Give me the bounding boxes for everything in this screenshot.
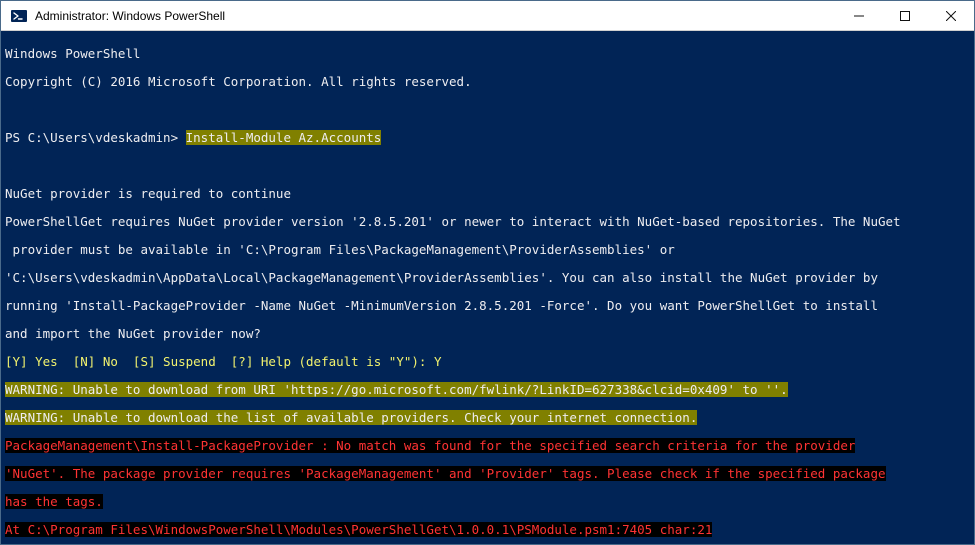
warning-line: WARNING: Unable to download the list of … (5, 410, 697, 425)
error-line: At C:\Program Files\WindowsPowerShell\Mo… (5, 522, 712, 537)
maximize-button[interactable] (882, 1, 928, 30)
ps-header: Windows PowerShell (5, 47, 970, 61)
nuget-title: NuGet provider is required to continue (5, 187, 970, 201)
ps-copyright: Copyright (C) 2016 Microsoft Corporation… (5, 75, 970, 89)
window-controls (836, 1, 974, 30)
blank (5, 103, 970, 117)
nuget-body: 'C:\Users\vdeskadmin\AppData\Local\Packa… (5, 271, 970, 285)
window-title: Administrator: Windows PowerShell (35, 9, 225, 23)
powershell-window: Administrator: Windows PowerShell Window… (0, 0, 975, 545)
nuget-body: running 'Install-PackageProvider -Name N… (5, 299, 970, 313)
titlebar[interactable]: Administrator: Windows PowerShell (1, 1, 974, 31)
prompt-line: PS C:\Users\vdeskadmin> Install-Module A… (5, 131, 970, 145)
terminal-output[interactable]: Windows PowerShell Copyright (C) 2016 Mi… (1, 31, 974, 544)
minimize-button[interactable] (836, 1, 882, 30)
error-line: has the tags. (5, 494, 103, 509)
prompt: PS C:\Users\vdeskadmin> (5, 130, 178, 145)
nuget-body: and import the NuGet provider now? (5, 327, 970, 341)
powershell-icon (9, 6, 29, 26)
error-line: 'NuGet'. The package provider requires '… (5, 466, 886, 481)
nuget-body: provider must be available in 'C:\Progra… (5, 243, 970, 257)
error-line: PackageManagement\Install-PackageProvide… (5, 438, 855, 453)
command-input: Install-Module Az.Accounts (186, 130, 382, 145)
nuget-body: PowerShellGet requires NuGet provider ve… (5, 215, 970, 229)
blank (5, 159, 970, 173)
warning-line: WARNING: Unable to download from URI 'ht… (5, 382, 788, 397)
choice-prompt: [Y] Yes [N] No [S] Suspend [?] Help (def… (5, 355, 970, 369)
close-button[interactable] (928, 1, 974, 30)
